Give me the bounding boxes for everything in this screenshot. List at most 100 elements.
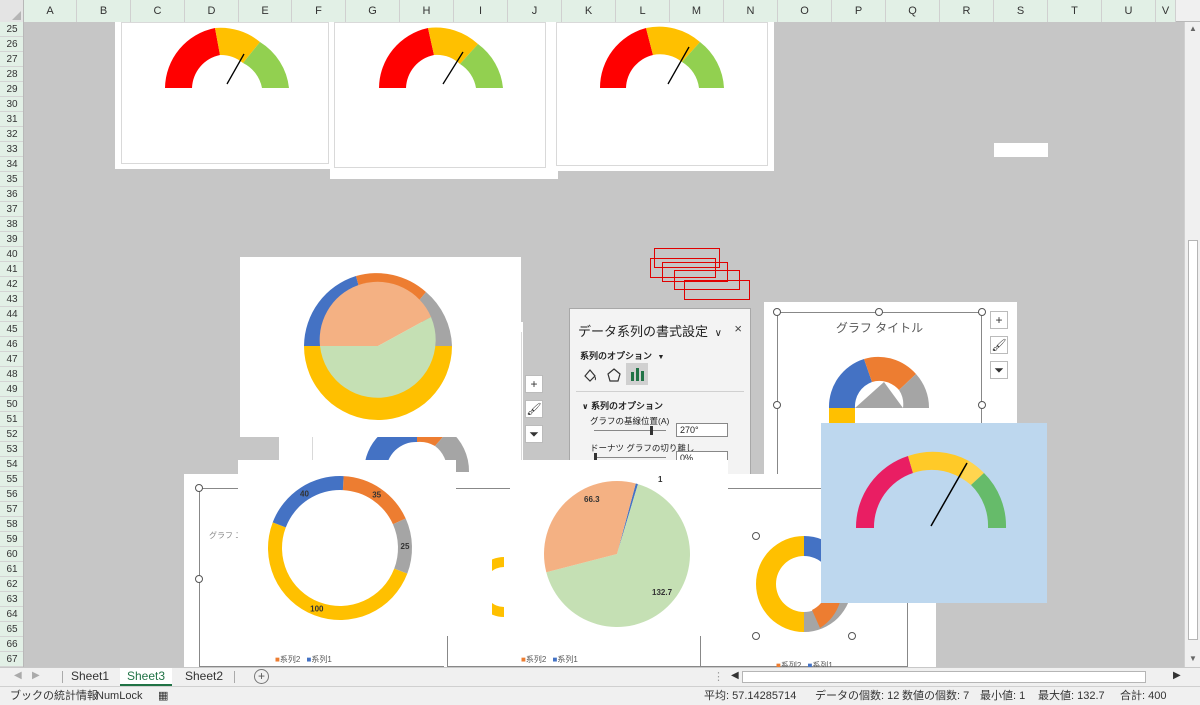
- row-header-26[interactable]: 26: [0, 37, 23, 52]
- angle-slider[interactable]: [594, 426, 666, 435]
- row-header-66[interactable]: 66: [0, 637, 23, 652]
- vertical-scroll-thumb[interactable]: [1188, 240, 1198, 640]
- column-header-j[interactable]: J: [508, 0, 562, 22]
- calculator-icon[interactable]: ▦: [158, 687, 168, 705]
- pie-donut-combo-chart[interactable]: [240, 257, 521, 437]
- labeled-donut-chart[interactable]: 35 25 100 40: [238, 460, 456, 636]
- chart-filters-button[interactable]: ⏷: [525, 425, 543, 443]
- row-header-67[interactable]: 67: [0, 652, 23, 667]
- effects-pentagon-icon[interactable]: [606, 367, 622, 383]
- small-white-shape[interactable]: [994, 143, 1048, 157]
- scroll-up-arrow[interactable]: ▲: [1189, 24, 1197, 33]
- column-header-o[interactable]: O: [778, 0, 832, 22]
- red-rect-5[interactable]: [684, 280, 750, 300]
- gauge-chart-1[interactable]: [115, 22, 335, 169]
- column-header-k[interactable]: K: [562, 0, 616, 22]
- column-header-e[interactable]: E: [239, 0, 292, 22]
- row-header-51[interactable]: 51: [0, 412, 23, 427]
- row-header-37[interactable]: 37: [0, 202, 23, 217]
- row-header-47[interactable]: 47: [0, 352, 23, 367]
- sheet-grid[interactable]: + 🖌 ⏷ データ系列の書式設定 ∨ × 系列のオプション ▼ ∨ 系列のオプシ…: [24, 22, 1184, 667]
- row-header-25[interactable]: 25: [0, 22, 23, 37]
- series-options-section[interactable]: ∨ 系列のオプション: [582, 399, 663, 412]
- row-header-44[interactable]: 44: [0, 307, 23, 322]
- tab-sheet2[interactable]: Sheet2: [178, 668, 230, 686]
- selection-handle[interactable]: [875, 308, 883, 316]
- row-header-31[interactable]: 31: [0, 112, 23, 127]
- column-header-n[interactable]: N: [724, 0, 778, 22]
- column-header-a[interactable]: A: [24, 0, 77, 22]
- selection-handle[interactable]: [773, 308, 781, 316]
- row-header-46[interactable]: 46: [0, 337, 23, 352]
- row-header-39[interactable]: 39: [0, 232, 23, 247]
- column-header-l[interactable]: L: [616, 0, 670, 22]
- tab-sheet1[interactable]: Sheet1: [64, 668, 116, 686]
- tabs-split-handle[interactable]: ⋮: [713, 670, 724, 683]
- series-options-dropdown[interactable]: 系列のオプション ▼: [580, 349, 664, 362]
- row-header-30[interactable]: 30: [0, 97, 23, 112]
- row-header-50[interactable]: 50: [0, 397, 23, 412]
- row-header-54[interactable]: 54: [0, 457, 23, 472]
- scroll-down-arrow[interactable]: ▼: [1189, 654, 1197, 663]
- column-header-q[interactable]: Q: [886, 0, 940, 22]
- row-header-42[interactable]: 42: [0, 277, 23, 292]
- row-header-56[interactable]: 56: [0, 487, 23, 502]
- labeled-pie-chart[interactable]: 1 132.7 66.3: [510, 460, 728, 636]
- fill-line-icon[interactable]: [582, 367, 598, 383]
- column-header-m[interactable]: M: [670, 0, 724, 22]
- row-header-60[interactable]: 60: [0, 547, 23, 562]
- selection-handle[interactable]: [195, 484, 203, 492]
- column-header-t[interactable]: T: [1048, 0, 1102, 22]
- scroll-left-arrow[interactable]: ◀: [731, 670, 739, 681]
- chart-styles-button[interactable]: 🖌: [990, 336, 1008, 354]
- chart-elements-button[interactable]: +: [990, 311, 1008, 329]
- chart-styles-button[interactable]: 🖌: [525, 400, 543, 418]
- gauge-chart-3[interactable]: [554, 22, 774, 171]
- angle-input[interactable]: 270°: [676, 423, 728, 437]
- column-header-s[interactable]: S: [994, 0, 1048, 22]
- row-header-29[interactable]: 29: [0, 82, 23, 97]
- tab-sheet3[interactable]: Sheet3: [120, 668, 173, 686]
- chart-filters-button[interactable]: ⏷: [990, 361, 1008, 379]
- explosion-slider[interactable]: [594, 453, 666, 462]
- blue-gauge-chart[interactable]: [821, 423, 1047, 603]
- row-header-62[interactable]: 62: [0, 577, 23, 592]
- row-header-58[interactable]: 58: [0, 517, 23, 532]
- row-header-27[interactable]: 27: [0, 52, 23, 67]
- column-header-r[interactable]: R: [940, 0, 994, 22]
- selection-handle[interactable]: [848, 632, 856, 640]
- gauge-chart-2[interactable]: [330, 22, 558, 179]
- next-sheet-arrow[interactable]: ▶: [32, 670, 40, 681]
- selection-handle[interactable]: [773, 401, 781, 409]
- workbook-stats[interactable]: ブックの統計情報: [10, 687, 98, 705]
- row-header-55[interactable]: 55: [0, 472, 23, 487]
- select-all-corner[interactable]: [0, 0, 24, 22]
- row-header-48[interactable]: 48: [0, 367, 23, 382]
- column-header-c[interactable]: C: [131, 0, 185, 22]
- pane-title-chevron-icon[interactable]: ∨: [715, 328, 722, 339]
- selection-handle[interactable]: [752, 632, 760, 640]
- row-header-63[interactable]: 63: [0, 592, 23, 607]
- row-header-49[interactable]: 49: [0, 382, 23, 397]
- column-header-u[interactable]: U: [1102, 0, 1156, 22]
- column-header-v[interactable]: V: [1156, 0, 1176, 22]
- selection-handle[interactable]: [978, 401, 986, 409]
- selection-handle[interactable]: [195, 575, 203, 583]
- row-header-35[interactable]: 35: [0, 172, 23, 187]
- add-sheet-button[interactable]: +: [254, 669, 269, 684]
- column-header-i[interactable]: I: [454, 0, 508, 22]
- row-header-40[interactable]: 40: [0, 247, 23, 262]
- vertical-scrollbar[interactable]: ▲ ▼: [1184, 22, 1200, 667]
- prev-sheet-arrow[interactable]: ◀: [14, 670, 22, 681]
- row-header-52[interactable]: 52: [0, 427, 23, 442]
- row-header-33[interactable]: 33: [0, 142, 23, 157]
- row-header-38[interactable]: 38: [0, 217, 23, 232]
- column-header-g[interactable]: G: [346, 0, 400, 22]
- row-header-41[interactable]: 41: [0, 262, 23, 277]
- column-header-f[interactable]: F: [292, 0, 346, 22]
- row-header-65[interactable]: 65: [0, 622, 23, 637]
- column-header-p[interactable]: P: [832, 0, 886, 22]
- selection-handle[interactable]: [752, 532, 760, 540]
- chart-elements-button[interactable]: +: [525, 375, 543, 393]
- series-options-chart-icon[interactable]: [626, 363, 648, 385]
